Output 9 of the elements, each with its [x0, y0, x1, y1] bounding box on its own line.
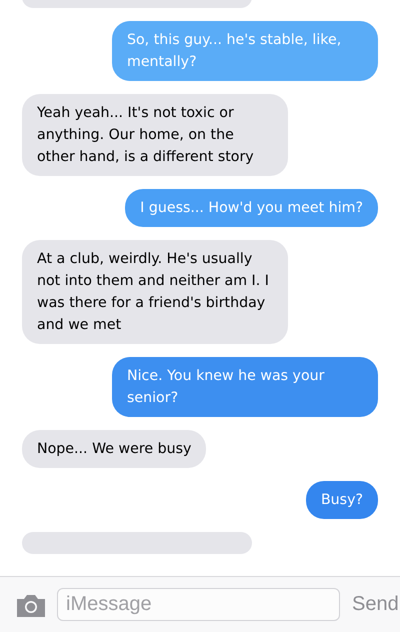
send-button[interactable]: Send [350, 593, 399, 616]
message-bubble: Busy? [306, 481, 378, 519]
message-bubble: At a club, weirdly. He's usually not into them and neither am I. I was there for a friend's birthday and we met [22, 240, 288, 344]
message-field[interactable]: iMessage [57, 588, 340, 621]
message-bubble: Nice. You knew he was your senior? [112, 357, 378, 417]
message-bubble: Yeah yeah... It's not toxic or anything. Our home, on the other hand, is a different story [22, 94, 288, 176]
message-bubble: So, this guy... he's stable, like, mentally? [112, 21, 378, 81]
message-bubble: I guess... How'd you meet him? [125, 189, 378, 227]
message-bubble: Nope... We were busy [22, 430, 206, 468]
